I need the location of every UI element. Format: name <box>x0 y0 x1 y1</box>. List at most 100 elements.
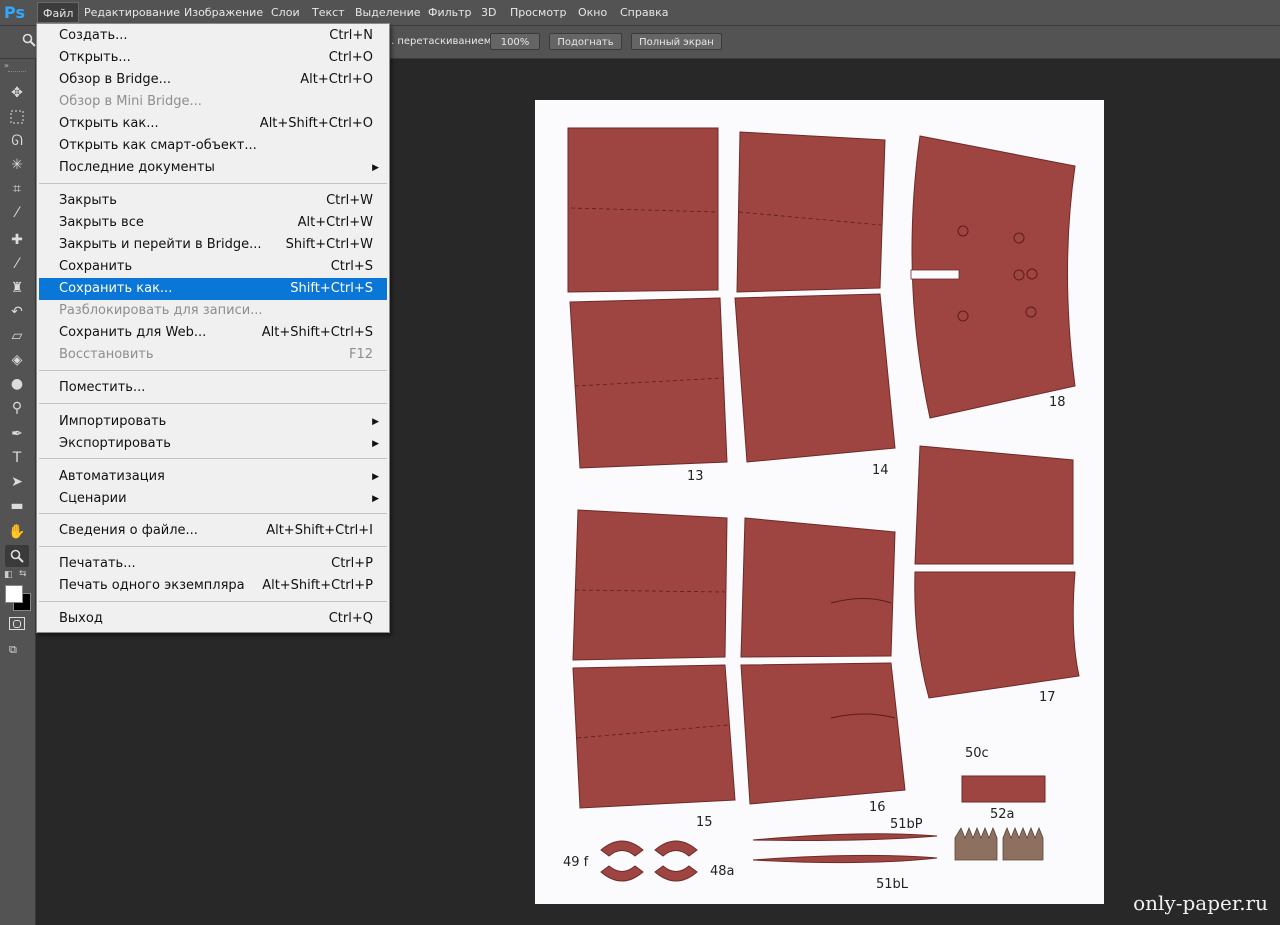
zoom-tool-icon[interactable] <box>5 545 29 567</box>
part-14-bottom <box>734 293 896 463</box>
menu-3d[interactable]: 3D <box>476 2 501 23</box>
marquee-tool-icon[interactable] <box>5 106 29 128</box>
part-17-bottom <box>914 571 1080 699</box>
menu-item-browse-mini-bridge: Обзор в Mini Bridge... <box>59 94 202 109</box>
menu-item-close[interactable]: Закрыть Ctrl+W <box>39 190 387 212</box>
menu-help[interactable]: Справка <box>615 2 673 23</box>
photoshop-logo[interactable]: Ps <box>4 3 30 22</box>
label-50c: 50c <box>965 746 989 761</box>
paint-bucket-icon[interactable]: ◈ <box>5 349 29 371</box>
menu-separator <box>39 403 387 404</box>
menu-filter[interactable]: Фильтр <box>423 2 477 23</box>
shape-tool-icon[interactable]: ▬ <box>5 495 29 517</box>
quick-mask-icon[interactable] <box>9 617 25 630</box>
menu-item-print[interactable]: Печатать... Ctrl+P <box>39 553 387 575</box>
part-16-top <box>740 517 896 658</box>
menu-separator <box>39 183 387 184</box>
submenu-arrow-icon: ▶ <box>372 163 379 173</box>
menu-layers[interactable]: Слои <box>266 2 305 23</box>
part-16-bottom <box>740 662 906 805</box>
menu-edit[interactable]: Редактирование <box>79 2 185 23</box>
menu-item-scripts[interactable]: Сценарии ▶ <box>39 488 387 510</box>
panel-grip[interactable] <box>8 71 26 74</box>
menu-item-save[interactable]: Сохранить Ctrl+S <box>39 256 387 278</box>
label-17: 17 <box>1039 690 1056 705</box>
foreground-color-swatch[interactable] <box>5 585 23 603</box>
label-18: 18 <box>1049 395 1066 410</box>
menu-item-open-as[interactable]: Открыть как... Alt+Shift+Ctrl+O <box>39 113 387 135</box>
menu-item-export[interactable]: Экспортировать ▶ <box>39 433 387 455</box>
submenu-arrow-icon: ▶ <box>372 439 379 449</box>
menu-item-browse-bridge[interactable]: Обзор в Bridge... Alt+Ctrl+O <box>39 69 387 91</box>
menu-item-save-as[interactable]: Сохранить как... Shift+Ctrl+S <box>39 278 387 300</box>
screen-mode-icon[interactable]: ⧉ <box>9 644 25 656</box>
type-tool-icon[interactable]: T <box>5 447 29 469</box>
menu-item-save-for-web[interactable]: Сохранить для Web... Alt+Shift+Ctrl+S <box>39 322 387 344</box>
pen-tool-icon[interactable]: ✒ <box>5 423 29 445</box>
collapse-panel-icon[interactable]: » <box>4 61 9 70</box>
tools-panel: » ✥ ᘏ ✳ ⌗ ⁄ ✚ ⁄ ♜ ↶ ▱ ◈ ● ⚲ ✒ T ➤ ▬ ✋ ◧ … <box>0 59 36 925</box>
submenu-arrow-icon: ▶ <box>372 494 379 504</box>
menu-item-exit[interactable]: Выход Ctrl+Q <box>39 608 387 630</box>
part-48a-2 <box>654 840 698 857</box>
label-51bL: 51bL <box>876 877 909 892</box>
submenu-arrow-icon: ▶ <box>372 472 379 482</box>
hand-tool-icon[interactable]: ✋ <box>5 521 29 543</box>
menu-file[interactable]: Файл <box>37 2 80 23</box>
part-51bL <box>752 854 938 864</box>
menu-item-import[interactable]: Импортировать ▶ <box>39 411 387 433</box>
label-51bP: 51bP <box>890 817 923 832</box>
menu-item-recent-documents[interactable]: Последние документы ▶ <box>39 157 387 179</box>
blur-tool-icon[interactable]: ● <box>5 373 29 395</box>
part-52a-right <box>1002 826 1044 861</box>
zoom-100-button[interactable]: 100% <box>490 33 540 50</box>
path-selection-icon[interactable]: ➤ <box>5 471 29 493</box>
history-brush-icon[interactable]: ↶ <box>5 301 29 323</box>
menu-item-file-info[interactable]: Сведения о файле... Alt+Shift+Ctrl+I <box>39 520 387 542</box>
clone-stamp-icon[interactable]: ♜ <box>5 277 29 299</box>
part-48a-1 <box>600 840 644 857</box>
menu-item-open-smart-object[interactable]: Открыть как смарт-объект... <box>39 135 387 157</box>
lasso-tool-icon[interactable]: ᘏ <box>5 130 29 152</box>
menu-separator <box>39 513 387 514</box>
healing-brush-icon[interactable]: ✚ <box>5 229 29 251</box>
crop-tool-icon[interactable]: ⌗ <box>5 178 29 200</box>
menu-item-print-one-copy[interactable]: Печать одного экземпляра Alt+Shift+Ctrl+P <box>39 575 387 597</box>
magic-wand-icon[interactable]: ✳ <box>5 154 29 176</box>
menu-item-close-all[interactable]: Закрыть все Alt+Ctrl+W <box>39 212 387 234</box>
menu-view[interactable]: Просмотр <box>505 2 571 23</box>
part-17-top <box>914 445 1074 565</box>
file-menu-dropdown: Создать... Ctrl+N Открыть... Ctrl+O Обзор … <box>36 23 390 633</box>
label-16: 16 <box>869 800 886 815</box>
menu-item-new[interactable]: Создать... Ctrl+N <box>39 25 387 47</box>
document-canvas[interactable]: 13 14 18 15 16 17 50c 52a 51bP 51bL 49 f… <box>535 100 1104 904</box>
menu-select[interactable]: Выделение <box>350 2 426 23</box>
default-colors-icon[interactable]: ◧ <box>4 570 13 580</box>
menu-item-close-go-bridge[interactable]: Закрыть и перейти в Bridge... Shift+Ctrl+… <box>39 234 387 256</box>
zoom-tool-preset-icon[interactable] <box>22 32 36 47</box>
eyedropper-icon[interactable]: ⁄ <box>5 202 29 224</box>
menu-item-place[interactable]: Поместить... <box>39 377 387 399</box>
move-tool-icon[interactable]: ✥ <box>5 82 29 104</box>
menu-item-check-in: Разблокировать для записи... <box>59 303 263 318</box>
menu-type[interactable]: Текст <box>307 2 350 23</box>
fill-screen-button[interactable]: Полный экран <box>631 33 722 50</box>
watermark: only-paper.ru <box>1133 891 1268 915</box>
brush-icon[interactable]: ⁄ <box>5 253 29 275</box>
menu-separator <box>39 601 387 602</box>
menu-separator <box>39 546 387 547</box>
label-52a: 52a <box>990 807 1015 822</box>
menu-image[interactable]: Изображение <box>179 2 268 23</box>
fit-screen-button[interactable]: Подогнать <box>549 33 622 50</box>
eraser-icon[interactable]: ▱ <box>5 325 29 347</box>
menu-item-open[interactable]: Открыть... Ctrl+O <box>39 47 387 69</box>
menu-window[interactable]: Окно <box>573 2 612 23</box>
swap-colors-icon[interactable]: ⇆ <box>19 569 27 579</box>
dodge-tool-icon[interactable]: ⚲ <box>5 397 29 419</box>
label-49f: 49 f <box>563 855 589 870</box>
menu-separator <box>39 370 387 371</box>
part-13-bottom <box>569 297 728 469</box>
menu-item-revert: Восстановить F12 <box>59 347 373 362</box>
submenu-arrow-icon: ▶ <box>372 417 379 427</box>
menu-item-automate[interactable]: Автоматизация ▶ <box>39 466 387 488</box>
